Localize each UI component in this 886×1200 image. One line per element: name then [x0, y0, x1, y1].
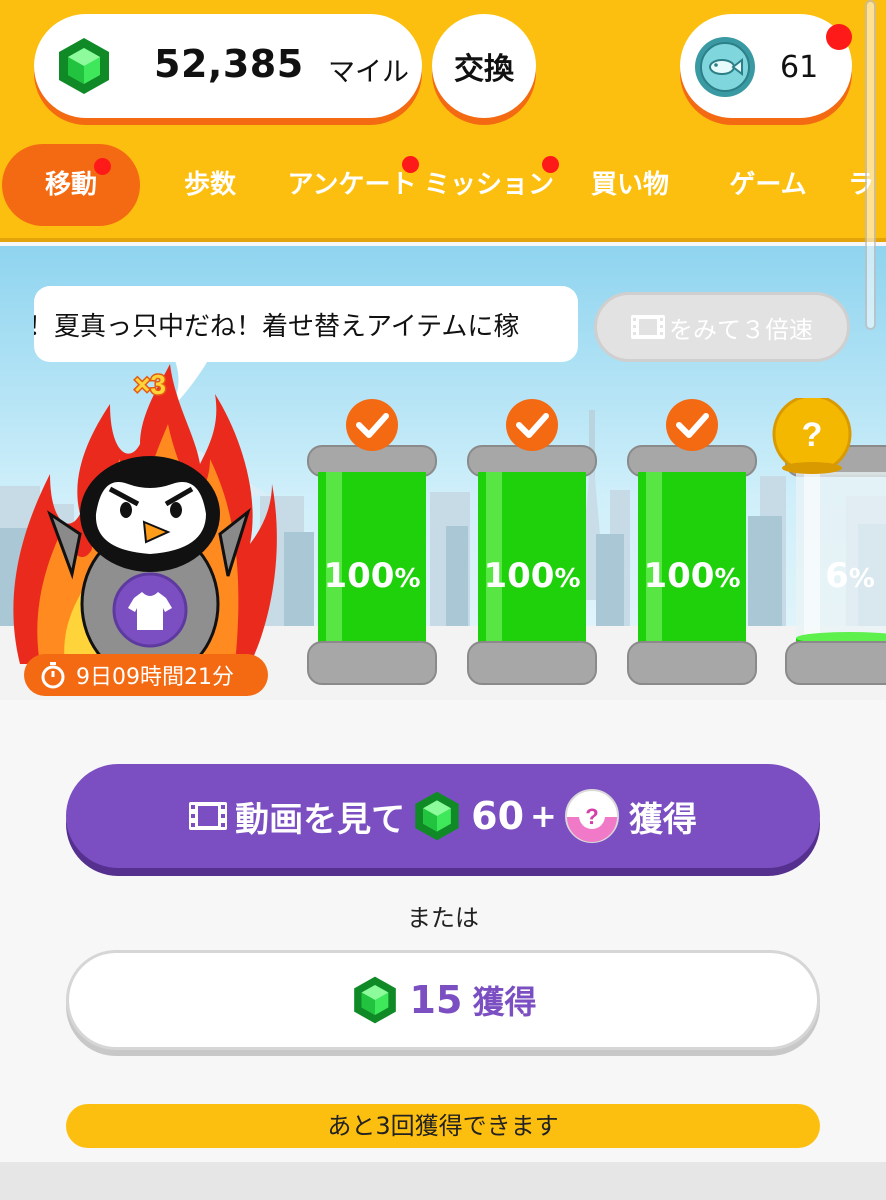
tab-badge-dot — [402, 156, 419, 173]
exchange-label: 交換 — [454, 52, 514, 87]
capsule-2[interactable]: 100% — [464, 398, 600, 698]
video-button-suffix: 獲得 — [628, 799, 697, 840]
timer-badge: 9日09時間21分 — [24, 654, 268, 696]
tab-move[interactable]: 移動 — [2, 144, 140, 226]
tab-label: 歩数 — [183, 170, 236, 200]
speed-up-button[interactable]: をみて３倍速 — [594, 292, 850, 362]
speech-bubble-text: ！夏真っ只中だね！着せ替えアイテムに稼 — [34, 312, 520, 342]
multiplier-badge: ×3 — [134, 369, 166, 400]
gem-icon — [353, 976, 396, 1024]
miles-unit: マイル — [328, 57, 409, 88]
tab-shopping[interactable]: 買い物 — [582, 144, 678, 226]
tab-game[interactable]: ゲーム — [722, 144, 814, 226]
svg-text:?: ? — [802, 416, 823, 454]
remaining-count-banner: あと3回獲得できます — [66, 1104, 820, 1148]
penguin-character[interactable]: ×3 — [10, 364, 280, 684]
speed-up-label: をみて３倍速 — [669, 315, 813, 344]
scrollbar[interactable] — [865, 0, 876, 330]
capsule-percent: 100% — [483, 556, 581, 596]
video-button-prefix: 動画を見て — [235, 799, 406, 840]
check-icon — [346, 399, 398, 451]
tab-label: 移動 — [44, 170, 97, 200]
capsule-4[interactable]: ? 6% — [772, 398, 886, 698]
capsule-1[interactable]: 100% — [304, 398, 440, 698]
earn-button-amount: 15 — [409, 978, 463, 1022]
tab-label: アンケート — [287, 170, 417, 200]
miles-balance-pill[interactable]: 52,385 マイル — [34, 14, 422, 118]
capsule-3[interactable]: 100% — [624, 398, 760, 698]
fish-coin-icon — [695, 37, 755, 97]
timer-text: 9日09時間21分 — [76, 665, 234, 690]
category-tabs: 移動 歩数 アンケート ミッション 買い物 ゲーム ラ — [0, 140, 886, 230]
question-capsule-icon: ? — [772, 398, 852, 474]
miles-value: 52,385 — [154, 42, 304, 86]
tab-label: 買い物 — [590, 170, 669, 200]
or-label: または — [407, 904, 479, 932]
check-icon — [666, 399, 718, 451]
check-icon — [506, 399, 558, 451]
tab-badge-dot — [542, 156, 559, 173]
tab-survey[interactable]: アンケート — [282, 144, 422, 226]
gem-icon — [59, 38, 109, 94]
tab-label: ミッション — [424, 170, 555, 200]
exchange-button[interactable]: 交換 — [432, 14, 536, 118]
capsule-percent: 6% — [825, 556, 875, 596]
film-icon — [189, 802, 228, 830]
video-button-amount: 60 — [471, 794, 525, 838]
video-button-plus: + — [530, 797, 557, 835]
tab-mission[interactable]: ミッション — [424, 144, 559, 226]
gem-icon — [415, 791, 459, 841]
speech-bubble: ！夏真っ只中だね！着せ替えアイテムに稼 — [34, 286, 578, 362]
mystery-capsule-icon: ? — [564, 789, 619, 843]
bottom-divider — [0, 1162, 886, 1200]
tab-badge-dot — [94, 158, 111, 175]
earn-button[interactable]: 15 獲得 — [66, 950, 820, 1050]
watch-video-button[interactable]: 動画を見て 60 + ? 獲得 — [66, 764, 820, 868]
capsule-percent: 100% — [323, 556, 421, 596]
capsule-percent: 100% — [643, 556, 741, 596]
coin-count: 61 — [780, 50, 819, 85]
tab-label: ゲーム — [729, 170, 807, 200]
app-header: 52,385 マイル 交換 61 移動 歩数 アンケート ミッション 買い物 ゲ… — [0, 0, 886, 242]
film-icon — [631, 315, 665, 339]
stopwatch-icon — [41, 662, 65, 689]
earn-button-suffix: 獲得 — [472, 983, 537, 1021]
travel-scene: ！夏真っ只中だね！着せ替えアイテムに稼 をみて３倍速 ×3 9日09時間21分 … — [0, 246, 886, 700]
svg-text:?: ? — [585, 804, 598, 829]
notification-dot — [826, 24, 852, 50]
tab-steps[interactable]: 歩数 — [168, 144, 252, 226]
coin-balance-pill[interactable]: 61 — [680, 14, 852, 118]
